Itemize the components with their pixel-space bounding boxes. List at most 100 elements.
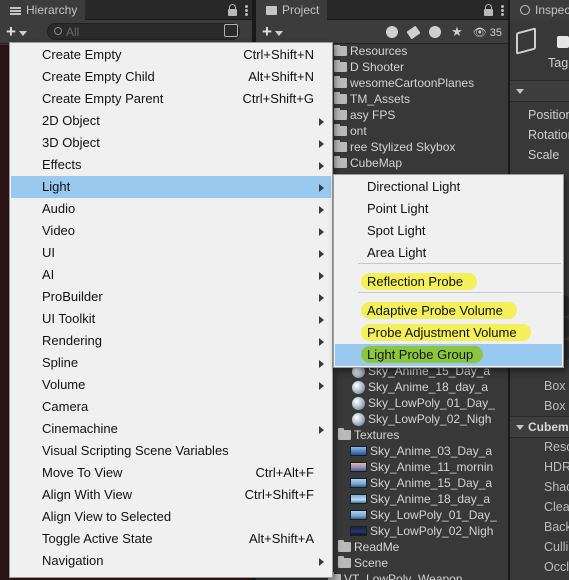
project-tab-controls (484, 0, 504, 20)
submenu-item[interactable]: Probe Adjustment Volume (335, 322, 562, 344)
menu-item-shortcut: Alt+Shift+A (248, 531, 314, 546)
menu-item[interactable]: Align View to Selected (11, 506, 331, 528)
asset-label: ReadMe (354, 540, 400, 554)
project-asset-item[interactable]: Sky_Anime_18_day_a (352, 379, 488, 395)
tag-icon[interactable] (406, 25, 421, 39)
inspector-row: Occl (544, 560, 569, 574)
project-tab-title: Project (282, 3, 320, 17)
project-asset-item[interactable]: Sky_LowPoly_01_Day_ (350, 507, 497, 523)
menu-item[interactable]: Create Empty Ctrl+Shift+N (11, 44, 331, 66)
project-asset-item[interactable]: VT_LowPoly_Weapon (328, 571, 463, 580)
more-options-icon[interactable] (501, 8, 504, 12)
menu-item[interactable]: 2D Object (11, 110, 331, 132)
menu-item[interactable]: ProBuilder (11, 286, 331, 308)
menu-item-label: Visual Scripting Scene Variables (42, 443, 229, 458)
submenu-item-label: Area Light (367, 242, 426, 264)
scene-picker-icon[interactable] (224, 24, 238, 37)
menu-item[interactable]: UI Toolkit (11, 308, 331, 330)
menu-item[interactable]: Video (11, 220, 331, 242)
project-asset-item[interactable]: D Shooter (334, 59, 404, 75)
visibility-count[interactable]: 👁 35 (473, 26, 502, 39)
submenu-item[interactable]: Light Probe Group (335, 344, 562, 366)
texture-icon (350, 526, 367, 536)
project-asset-item[interactable]: ont (334, 123, 367, 139)
hierarchy-tab-controls (228, 0, 248, 20)
chevron-right-icon (319, 294, 324, 302)
project-asset-item[interactable]: ree Stylized Skybox (334, 139, 455, 155)
project-asset-item[interactable]: wesomeCartoonPlanes (334, 75, 474, 91)
project-asset-item[interactable]: Textures (338, 427, 399, 443)
menu-item[interactable]: UI (11, 242, 331, 264)
inspector-tab[interactable]: Inspec (510, 0, 569, 20)
submenu-item[interactable]: Point Light (335, 198, 562, 220)
lock-icon[interactable] (484, 3, 493, 16)
menu-item[interactable]: Cinemachine (11, 418, 331, 440)
material-sphere-icon (352, 412, 365, 426)
hierarchy-tab-title: Hierarchy (26, 3, 78, 17)
menu-item-label: ProBuilder (42, 289, 103, 304)
star-icon[interactable]: ★ (451, 24, 463, 40)
cubemap-section-header[interactable]: Cubem (510, 416, 569, 438)
project-asset-item[interactable]: Sky_LowPoly_02_Nigh (350, 523, 493, 539)
menu-item[interactable]: Move To View Ctrl+Alt+F (11, 462, 331, 484)
tag-label: Tag (548, 56, 569, 70)
menu-item[interactable]: Align With View Ctrl+Shift+F (11, 484, 331, 506)
project-asset-item[interactable]: Scene (338, 555, 388, 571)
menu-item-label: Create Empty (42, 47, 122, 62)
project-asset-item[interactable]: Sky_Anime_15_Day_a (350, 475, 492, 491)
project-asset-item[interactable]: Sky_Anime_18_day_a (350, 491, 490, 507)
transform-header[interactable] (510, 80, 569, 102)
menu-item-label: 2D Object (42, 113, 100, 128)
search-by-type-icon[interactable] (386, 26, 399, 38)
project-asset-item[interactable]: asy FPS (334, 107, 395, 123)
hierarchy-search[interactable] (47, 23, 240, 40)
asset-label: Sky_Anime_18_day_a (370, 492, 491, 506)
menu-item[interactable]: AI (11, 264, 331, 286)
project-asset-item[interactable]: CubeMap (334, 155, 402, 171)
warning-icon[interactable] (429, 26, 442, 38)
menu-item[interactable]: Effects (11, 154, 331, 176)
hierarchy-tab[interactable]: Hierarchy (0, 0, 86, 20)
submenu-item-label: Adaptive Probe Volume (361, 300, 517, 322)
submenu-item[interactable]: Spot Light (335, 220, 562, 242)
chevron-right-icon (319, 140, 324, 148)
menu-item[interactable]: Spline (11, 352, 331, 374)
project-tab[interactable]: Project (256, 0, 328, 20)
menu-item[interactable]: Toggle Active State Alt+Shift+A (11, 528, 331, 550)
folder-icon (334, 108, 347, 120)
menu-item[interactable]: Camera (11, 396, 331, 418)
project-asset-item[interactable]: TM_Assets (334, 91, 410, 107)
more-options-icon[interactable] (245, 8, 248, 12)
texture-icon (350, 510, 367, 520)
menu-item[interactable]: 3D Object (11, 132, 331, 154)
menu-item-label: Cinemachine (42, 421, 118, 436)
menu-item[interactable]: Navigation (11, 550, 331, 572)
submenu-item[interactable]: Reflection Probe (335, 271, 562, 293)
project-asset-item[interactable]: Sky_Anime_03_Day_a (350, 443, 492, 459)
menu-item[interactable]: Audio (11, 198, 331, 220)
menu-item-label: Audio (42, 201, 76, 216)
project-asset-item[interactable]: Resources (334, 45, 407, 59)
menu-item[interactable]: Volume (11, 374, 331, 396)
menu-item-shortcut: Ctrl+Alt+F (255, 465, 314, 480)
hierarchy-search-input[interactable] (66, 24, 206, 39)
create-dropdown-button[interactable]: + (6, 23, 38, 41)
menu-item[interactable]: Visual Scripting Scene Variables (11, 440, 331, 462)
project-asset-item[interactable]: Sky_LowPoly_02_Nigh (352, 411, 491, 427)
hierarchy-list-icon (10, 6, 21, 15)
project-asset-item[interactable]: Sky_LowPoly_01_Day_ (352, 395, 495, 411)
asset-label: Scene (354, 556, 389, 570)
submenu-item[interactable]: Area Light (335, 242, 562, 264)
project-asset-item[interactable]: ReadMe (338, 539, 399, 555)
chevron-down-icon (18, 30, 27, 36)
menu-item[interactable]: Rendering (11, 330, 331, 352)
submenu-item[interactable]: Directional Light (335, 176, 562, 198)
submenu-item[interactable]: Adaptive Probe Volume (335, 300, 562, 322)
menu-item[interactable]: Light (11, 176, 331, 198)
active-checkbox[interactable] (557, 36, 569, 48)
project-create-button[interactable]: + (262, 23, 294, 41)
menu-item[interactable]: Create Empty Child Alt+Shift+N (11, 66, 331, 88)
lock-icon[interactable] (228, 3, 237, 16)
menu-item[interactable]: Create Empty Parent Ctrl+Shift+G (11, 88, 331, 110)
project-asset-item[interactable]: Sky_Anime_11_mornin (350, 459, 493, 475)
